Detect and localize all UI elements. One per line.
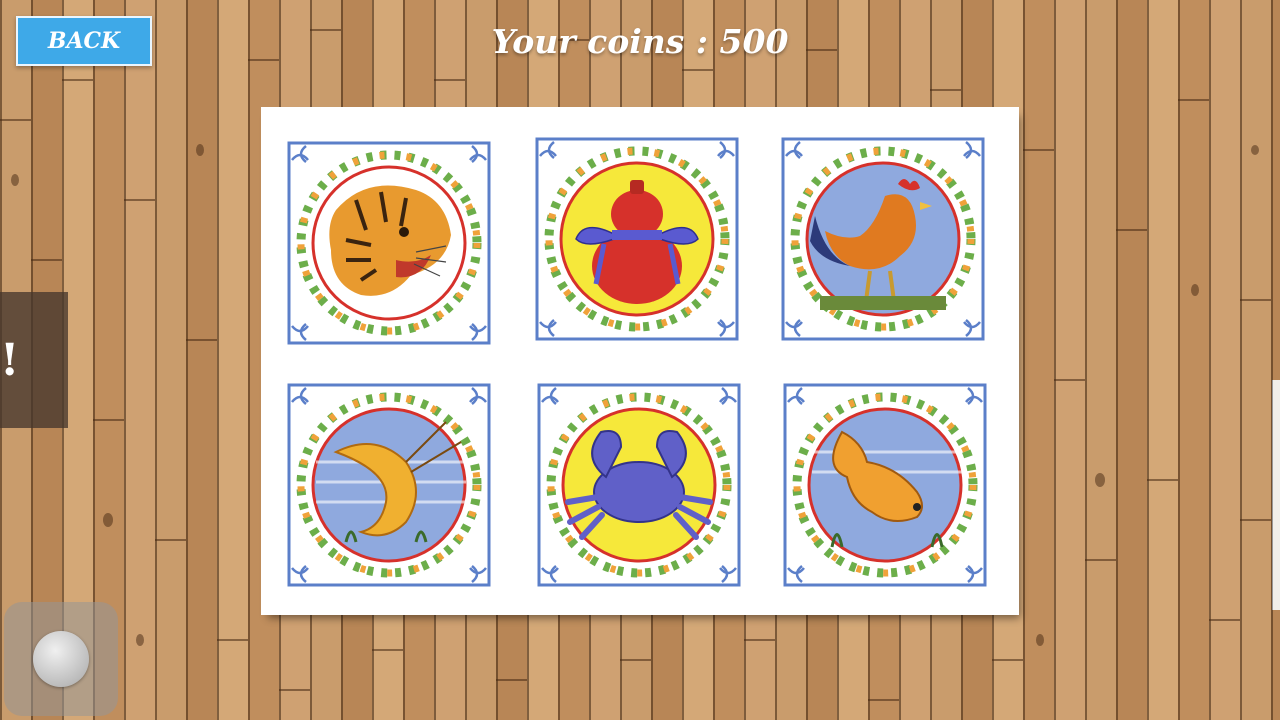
tile-crab[interactable] — [536, 382, 742, 588]
back-button[interactable]: BACK — [16, 16, 152, 66]
tile-rooster[interactable] — [780, 136, 986, 342]
tile-tiger[interactable] — [286, 140, 492, 346]
rooster-icon — [781, 137, 985, 341]
virtual-joystick[interactable] — [4, 602, 118, 716]
crab-icon — [537, 383, 741, 587]
tile-gourd[interactable] — [534, 136, 740, 342]
side-panel-tab[interactable]: ! — [0, 292, 68, 428]
tiger-icon — [287, 141, 491, 345]
offscreen-panel-edge — [1272, 380, 1280, 610]
joystick-knob[interactable] — [33, 631, 89, 687]
tile-shrimp[interactable] — [286, 382, 492, 588]
tile-fish[interactable] — [782, 382, 988, 588]
fish-icon — [783, 383, 987, 587]
betting-board — [264, 110, 1016, 612]
gourd-icon — [535, 137, 739, 341]
side-tab-text: ! — [0, 334, 20, 386]
coins-counter: Your coins : 500 — [491, 22, 789, 61]
shrimp-icon — [287, 383, 491, 587]
